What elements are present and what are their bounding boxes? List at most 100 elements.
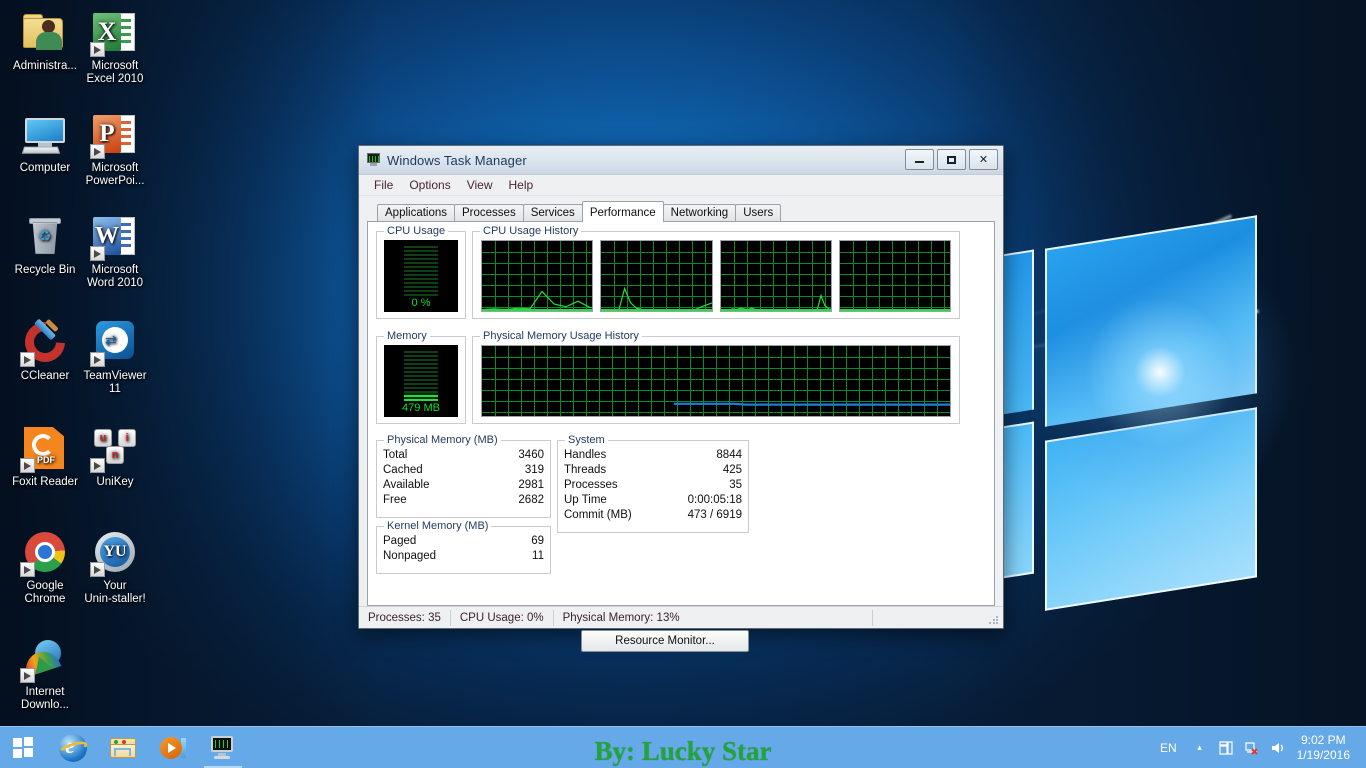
clock-time: 9:02 PM [1300, 732, 1346, 747]
physical-memory-row: Available 2981 [377, 478, 550, 493]
memory-legend: Memory [384, 330, 430, 342]
taskbar-internet-explorer[interactable] [48, 727, 98, 768]
desktop-icon-recycle-bin[interactable]: ♻ Recycle Bin [8, 212, 82, 277]
cpu-core-graph-1 [600, 240, 713, 312]
resource-monitor-button[interactable]: Resource Monitor... [581, 630, 749, 652]
show-hidden-icons-chevron-icon[interactable]: ▴ [1187, 727, 1213, 768]
shortcut-overlay-icon [20, 668, 35, 683]
kernel-memory-key: Nonpaged [383, 550, 437, 562]
physical-memory-row: Free 2682 [377, 493, 550, 508]
desktop-icon-label: UniKey [96, 476, 134, 488]
start-button[interactable] [0, 727, 48, 768]
kernel-memory-row: Paged 69 [377, 534, 550, 549]
tab-performance[interactable]: Performance [581, 201, 664, 222]
taskbar-task-manager[interactable] [198, 727, 248, 768]
system-group: System Handles 8844 Threads 425 Processes 35 U… [557, 434, 749, 533]
system-rows: Handles 8844 Threads 425 Processes 35 Up Time 0… [558, 441, 748, 523]
desktop-icon-teamviewer-11[interactable]: ⇄ TeamViewer 11 [78, 318, 152, 396]
kernel-memory-legend: Kernel Memory (MB) [384, 520, 492, 532]
physical-memory-value: 2682 [518, 494, 544, 506]
windows-logo-icon [13, 736, 35, 759]
tab-users[interactable]: Users [735, 204, 782, 221]
taskbar-file-explorer[interactable] [98, 727, 148, 768]
system-value: 0:00:05:18 [687, 494, 742, 506]
cpu-usage-legend: CPU Usage [384, 225, 449, 237]
task-manager-window[interactable]: Windows Task Manager ✕ File Options View… [358, 145, 1004, 652]
memory-usage-value: 479 MB [402, 402, 440, 414]
microsoft-excel-2010-icon: X [90, 8, 139, 57]
status-physical-memory: Physical Memory: 13% [562, 611, 680, 624]
computer-icon [21, 110, 69, 158]
close-button[interactable]: ✕ [969, 149, 998, 170]
cpu-graph-baseline [482, 309, 593, 311]
desktop-icon-google-chrome[interactable]: Google Chrome [8, 528, 82, 606]
tray-language-indicator[interactable]: EN [1150, 741, 1187, 755]
desktop-icon-microsoft-word-2010[interactable]: W Microsoft Word 2010 [78, 212, 152, 290]
menu-file[interactable]: File [367, 176, 400, 194]
cpu-core-graph-3 [838, 240, 951, 312]
system-row: Handles 8844 [558, 448, 748, 463]
desktop-icon-foxit-reader[interactable]: PDF Foxit Reader [8, 424, 82, 489]
desktop-icon-label: CCleaner [20, 370, 70, 382]
windows-media-player-icon [159, 734, 187, 762]
shortcut-overlay-icon [90, 562, 105, 577]
menu-options[interactable]: Options [402, 176, 457, 194]
desktop-icon-ccleaner[interactable]: CCleaner [8, 313, 82, 383]
system-key: Processes [564, 479, 618, 491]
clock[interactable]: 9:02 PM 1/19/2016 [1291, 733, 1360, 763]
maximize-button[interactable] [937, 149, 966, 170]
system-row: Threads 425 [558, 463, 748, 478]
network-icon[interactable] [1239, 727, 1265, 768]
title-bar[interactable]: Windows Task Manager ✕ [359, 146, 1003, 175]
resize-grip[interactable] [988, 614, 1000, 626]
cpu-graph-baseline [839, 309, 950, 311]
wallpaper-pane-top-left [1002, 249, 1034, 415]
unikey-icon: uin [90, 424, 139, 473]
physical-memory-key: Cached [383, 464, 423, 476]
foxit-reader-icon: PDF [20, 424, 69, 473]
menu-help[interactable]: Help [502, 176, 541, 194]
physical-memory-group: Physical Memory (MB) Total 3460 Cached 319 A… [376, 434, 551, 518]
tab-services[interactable]: Services [522, 204, 583, 221]
system-row: Commit (MB) 473 / 6919 [558, 508, 748, 523]
system-key: Commit (MB) [564, 509, 632, 521]
taskbar[interactable]: By: Lucky Star EN ▴ [0, 726, 1366, 768]
volume-icon[interactable] [1265, 727, 1291, 768]
desktop[interactable]: Administra... X Microsoft Excel 2010 Compute… [0, 0, 1366, 768]
window-title: Windows Task Manager [387, 152, 527, 168]
desktop-icon-unikey[interactable]: u i n UniKey [78, 424, 152, 489]
cpu-usage-meter: 0 % [384, 240, 458, 312]
action-center-icon[interactable] [1213, 727, 1239, 768]
graph-trace [601, 286, 712, 311]
physical-memory-key: Available [383, 479, 430, 491]
internet-explorer-icon [57, 733, 89, 762]
system-value: 473 / 6919 [687, 509, 742, 521]
menu-view[interactable]: View [460, 176, 500, 194]
desktop-icon-administrator-folder[interactable]: Administra... [8, 8, 82, 73]
internet-download-manager-icon [20, 634, 69, 683]
tab-networking[interactable]: Networking [662, 204, 737, 221]
ccleaner-icon [16, 313, 74, 371]
cpu-usage-group: CPU Usage 0 % [376, 225, 466, 319]
desktop-icon-microsoft-powerpoint[interactable]: P Microsoft PowerPoi... [78, 110, 152, 188]
recycle-bin-icon: ♻ [21, 212, 69, 260]
wallpaper-pane-bottom-left [1002, 421, 1034, 579]
minimize-button[interactable] [905, 149, 934, 170]
desktop-icon-label: Microsoft PowerPoi... [85, 162, 145, 187]
file-explorer-icon [109, 734, 137, 762]
taskbar-windows-media-player[interactable] [148, 727, 198, 768]
graph-trace [839, 309, 950, 311]
memory-meter-bars [404, 349, 438, 393]
kernel-memory-key: Paged [383, 535, 417, 547]
desktop-icon-microsoft-excel-2010[interactable]: X Microsoft Excel 2010 [78, 8, 152, 86]
shortcut-overlay-icon [90, 352, 105, 367]
desktop-icon-internet-download-manager[interactable]: Internet Downlo... [8, 634, 82, 712]
system-key: Handles [564, 449, 607, 461]
task-manager-icon [366, 153, 381, 167]
tab-processes[interactable]: Processes [454, 204, 524, 221]
desktop-icon-computer[interactable]: Computer [8, 110, 82, 175]
desktop-icon-your-uninstaller[interactable]: YU Your Unin-staller! [78, 528, 152, 606]
administrator-folder-icon [21, 8, 69, 56]
shortcut-overlay-icon [90, 246, 105, 261]
tab-applications[interactable]: Applications [377, 204, 456, 221]
